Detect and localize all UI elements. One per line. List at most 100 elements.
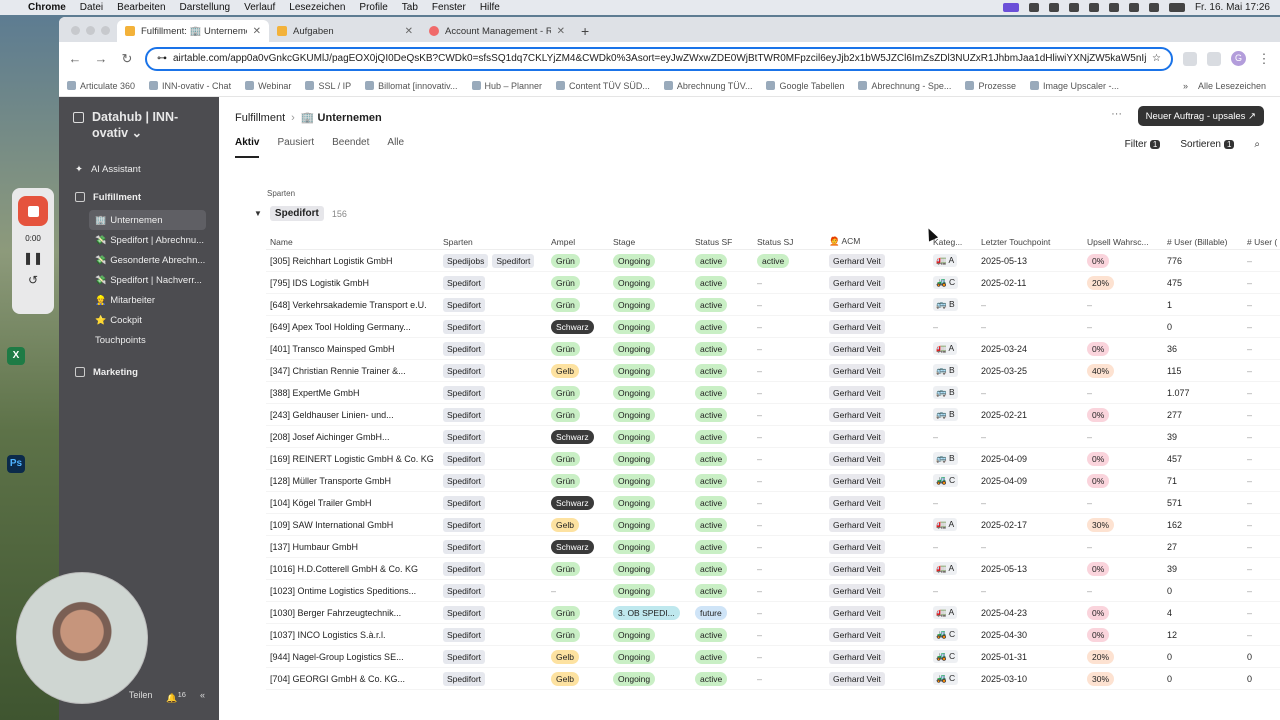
close-icon[interactable]: ✕	[405, 26, 413, 37]
status-sj-cell[interactable]: –	[757, 586, 829, 596]
status-sf-cell[interactable]: active	[695, 671, 757, 686]
ampel-cell[interactable]: Schwarz	[551, 319, 613, 334]
reload-icon[interactable]: ↻	[119, 51, 135, 67]
category-cell[interactable]: 🚛 A	[933, 606, 981, 619]
stage-cell[interactable]: Ongoing	[613, 495, 695, 510]
ampel-cell[interactable]: Grün	[551, 605, 613, 620]
billable-users-cell[interactable]: 776	[1167, 256, 1247, 266]
bookmark-item[interactable]: Abrechnung TÜV...	[663, 81, 752, 91]
acm-cell[interactable]: Gerhard Veit	[829, 319, 933, 334]
last-touchpoint-cell[interactable]: 2025-03-10	[981, 674, 1087, 684]
sparten-cell[interactable]: Spedifort	[443, 363, 551, 378]
users-cell[interactable]: –	[1247, 300, 1280, 310]
last-touchpoint-cell[interactable]: 2025-04-09	[981, 454, 1087, 464]
ampel-cell[interactable]: Gelb	[551, 649, 613, 664]
acm-cell[interactable]: Gerhard Veit	[829, 495, 933, 510]
search-icon[interactable]: ⌕	[1254, 139, 1260, 150]
stage-cell[interactable]: Ongoing	[613, 517, 695, 532]
upsell-cell[interactable]: 0%	[1087, 451, 1167, 466]
category-cell[interactable]: 🚜 C	[933, 474, 981, 487]
sparten-cell[interactable]: Spedifort	[443, 539, 551, 554]
users-cell[interactable]: 0	[1247, 652, 1280, 662]
upsell-cell[interactable]: –	[1087, 300, 1167, 310]
upsell-cell[interactable]: –	[1087, 322, 1167, 332]
company-name-cell[interactable]: [1023] Ontime Logistics Speditions...	[266, 586, 443, 596]
company-name-cell[interactable]: [1030] Berger Fahrzeugtechnik...	[266, 608, 443, 618]
table-row[interactable]: [347] Christian Rennie Trainer &... Spedi…	[266, 360, 1280, 382]
sparten-cell[interactable]: Spedifort	[443, 495, 551, 510]
upsell-cell[interactable]: 0%	[1087, 605, 1167, 620]
table-row[interactable]: [305] Reichhart Logistik GmbH Spedijobs Sp…	[266, 250, 1280, 272]
excel-icon[interactable]: X	[7, 347, 25, 365]
sidebar-item-ai-assistant[interactable]: ✦ AI Assistant	[59, 159, 219, 179]
menu-item[interactable]: Bearbeiten	[117, 2, 165, 13]
tab-fulfillment[interactable]: Fulfillment: 🏢 Unternemen ✕	[117, 20, 269, 42]
forward-icon[interactable]: →	[93, 51, 109, 66]
bookmark-item[interactable]: Content TÜV SÜD...	[556, 81, 650, 91]
bookmark-item[interactable]: Prozesse	[965, 81, 1016, 91]
company-name-cell[interactable]: [109] SAW International GmbH	[266, 520, 443, 530]
billable-users-cell[interactable]: 115	[1167, 366, 1247, 376]
tab-beendet[interactable]: Beendet	[332, 137, 369, 158]
users-cell[interactable]: –	[1247, 498, 1280, 508]
company-name-cell[interactable]: [648] Verkehrsakademie Transport e.U.	[266, 300, 443, 310]
ampel-cell[interactable]: Grün	[551, 297, 613, 312]
window-controls[interactable]	[71, 26, 110, 35]
sparten-cell[interactable]: Spedifort	[443, 407, 551, 422]
upsell-cell[interactable]: –	[1087, 498, 1167, 508]
extensions-puzzle-icon[interactable]	[1207, 51, 1221, 66]
status-sj-cell[interactable]: –	[757, 608, 829, 618]
photoshop-icon[interactable]: Ps	[7, 455, 25, 473]
company-name-cell[interactable]: [305] Reichhart Logistik GmbH	[266, 256, 443, 266]
new-order-upsales-button[interactable]: Neuer Auftrag - upsales ↗	[1137, 106, 1264, 126]
category-cell[interactable]: 🚌 B	[933, 298, 981, 311]
bookmark-item[interactable]: INN-ovativ - Chat	[149, 81, 231, 91]
acm-cell[interactable]: Gerhard Veit	[829, 253, 933, 268]
acm-cell[interactable]: Gerhard Veit	[829, 429, 933, 444]
upsell-cell[interactable]: 0%	[1087, 341, 1167, 356]
bookmark-item[interactable]: Webinar	[245, 81, 291, 91]
status-sj-cell[interactable]: –	[757, 454, 829, 464]
status-sf-cell[interactable]: active	[695, 649, 757, 664]
billable-users-cell[interactable]: 1.077	[1167, 388, 1247, 398]
sparten-cell[interactable]: Spedifort	[443, 671, 551, 686]
acm-cell[interactable]: Gerhard Veit	[829, 341, 933, 356]
more-bookmarks-icon[interactable]: »	[1183, 81, 1188, 91]
status-sf-cell[interactable]: active	[695, 275, 757, 290]
chrome-menu-icon[interactable]: ⋮	[1256, 51, 1272, 67]
sparten-cell[interactable]: Spedifort	[443, 583, 551, 598]
acm-cell[interactable]: Gerhard Veit	[829, 539, 933, 554]
status-sj-cell[interactable]: active	[757, 253, 829, 268]
users-cell[interactable]: –	[1247, 388, 1280, 398]
table-row[interactable]: [649] Apex Tool Holding Germany... Spedif…	[266, 316, 1280, 338]
menu-item[interactable]: Darstellung	[180, 2, 231, 13]
status-sf-cell[interactable]: active	[695, 539, 757, 554]
tab-aktiv[interactable]: Aktiv	[235, 137, 260, 158]
billable-users-cell[interactable]: 277	[1167, 410, 1247, 420]
last-touchpoint-cell[interactable]: 2025-05-13	[981, 564, 1087, 574]
last-touchpoint-cell[interactable]: –	[981, 542, 1087, 552]
menu-item[interactable]: Verlauf	[244, 2, 275, 13]
upsell-cell[interactable]: 0%	[1087, 473, 1167, 488]
billable-users-cell[interactable]: 27	[1167, 542, 1247, 552]
tab-pausiert[interactable]: Pausiert	[277, 137, 314, 158]
category-cell[interactable]: 🚛 A	[933, 562, 981, 575]
company-name-cell[interactable]: [243] Geldhauser Linien- und...	[266, 410, 443, 420]
acm-cell[interactable]: Gerhard Veit	[829, 649, 933, 664]
sidebar-item-fulfillment[interactable]: Fulfillment	[59, 187, 219, 207]
column-header[interactable]: Sparten	[443, 237, 551, 247]
status-sj-cell[interactable]: –	[757, 344, 829, 354]
sparten-cell[interactable]: Spedifort	[443, 517, 551, 532]
stage-cell[interactable]: Ongoing	[613, 561, 695, 576]
column-header[interactable]: Status SF	[695, 237, 757, 247]
sidebar-item-marketing[interactable]: Marketing	[59, 362, 219, 382]
category-cell[interactable]: –	[933, 586, 981, 596]
last-touchpoint-cell[interactable]: –	[981, 498, 1087, 508]
table-row[interactable]: [388] ExpertMe GmbH Spedifort Grün Ongoing a…	[266, 382, 1280, 404]
billable-users-cell[interactable]: 12	[1167, 630, 1247, 640]
clock[interactable]: Fr. 16. Mai 17:26	[1195, 2, 1270, 13]
share-button[interactable]: Teilen	[129, 690, 153, 704]
category-cell[interactable]: 🚌 B	[933, 364, 981, 377]
ampel-cell[interactable]: Grün	[551, 627, 613, 642]
upsell-cell[interactable]: 20%	[1087, 275, 1167, 290]
